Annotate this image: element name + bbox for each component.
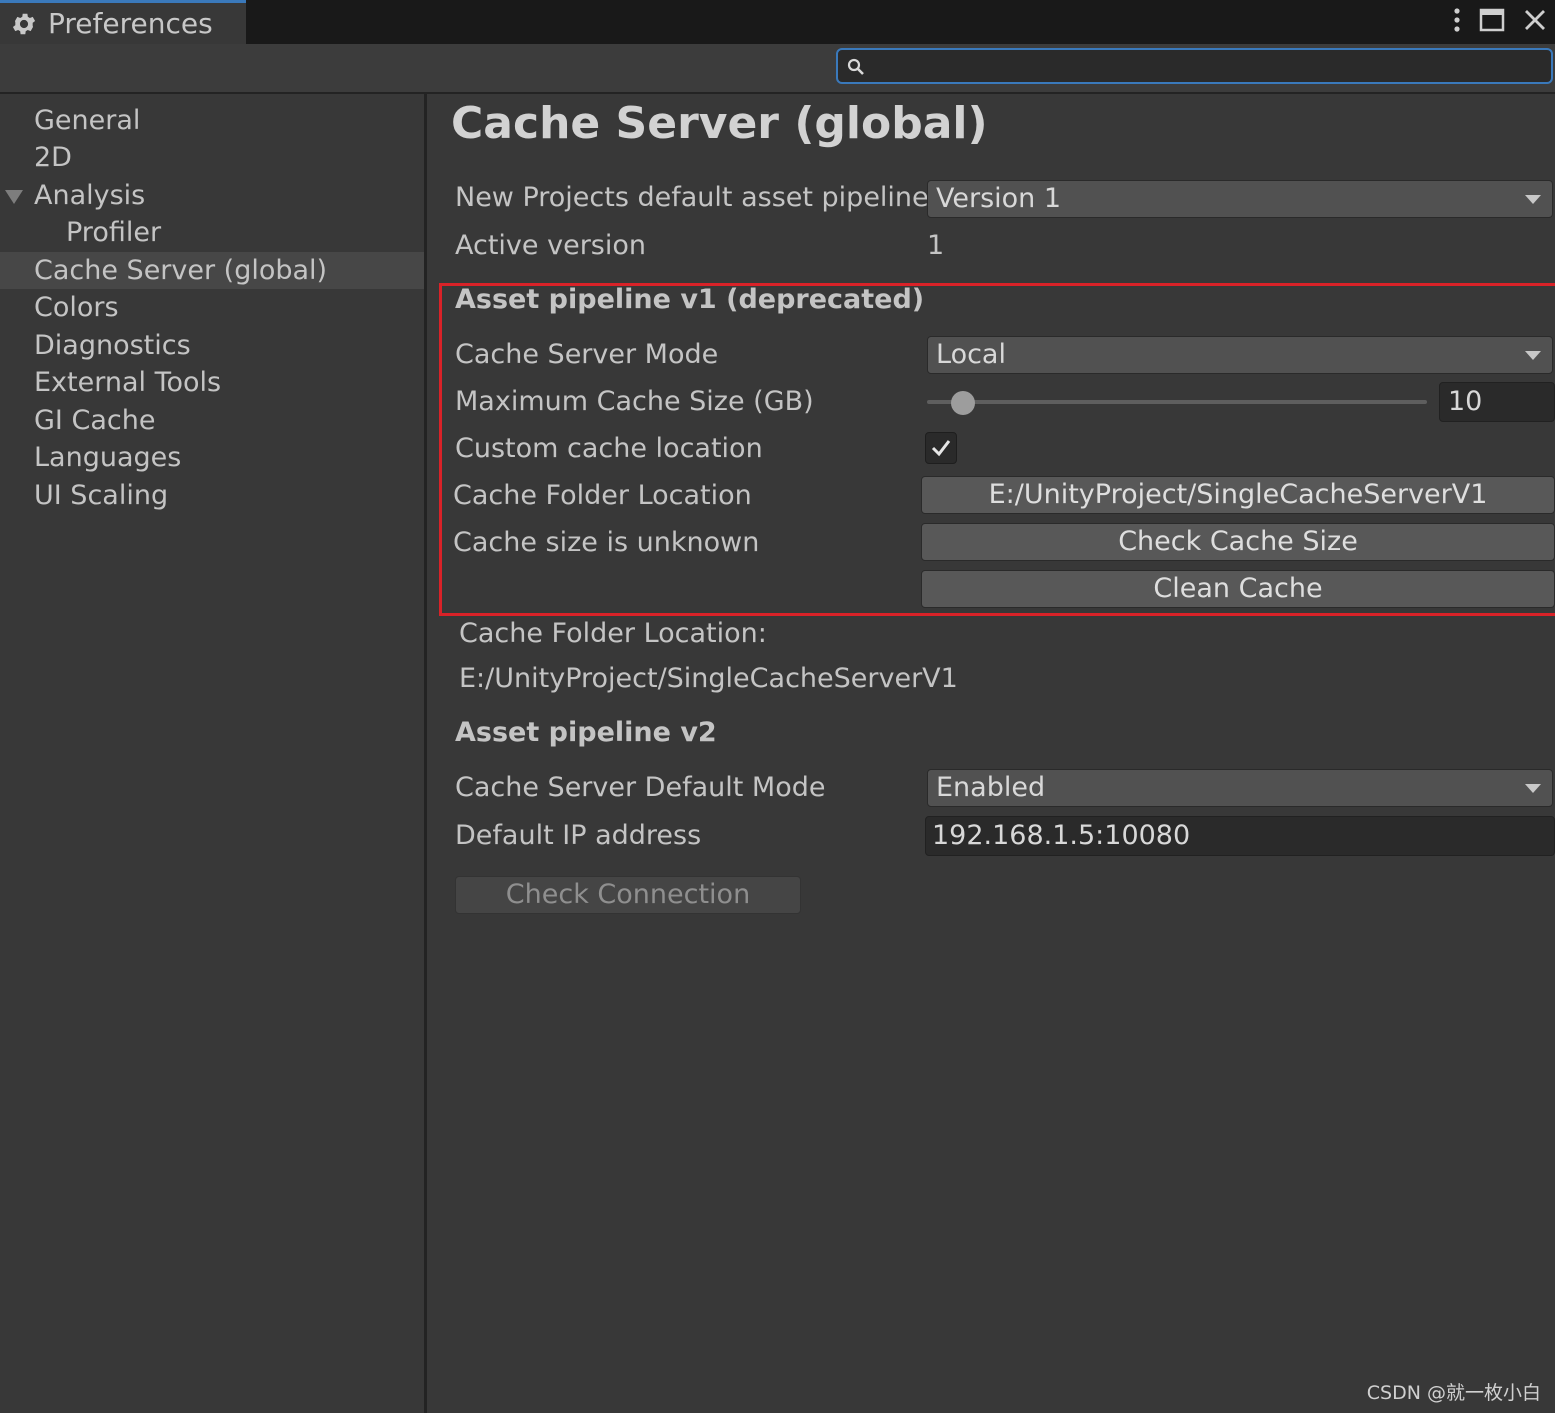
expand-triangle-icon[interactable] [4,189,24,205]
sidebar-item-2d[interactable]: 2D [0,139,424,176]
sidebar-item-label: Profiler [66,217,162,248]
dropdown-value: Enabled [936,772,1046,803]
sidebar-item-cache-server[interactable]: Cache Server (global) [0,252,424,289]
chevron-down-icon [1525,195,1541,204]
check-connection-button[interactable]: Check Connection [455,876,801,914]
cache-size-slider-thumb[interactable] [951,391,975,415]
search-input[interactable] [878,52,1542,82]
cache-size-status: Cache size is unknown [453,527,760,558]
sidebar-item-analysis[interactable]: Analysis [0,177,424,214]
cache-mode-label: Cache Server Mode [455,339,719,370]
sidebar-item-label: Cache Server (global) [34,255,328,286]
sidebar-item-diagnostics[interactable]: Diagnostics [0,327,424,364]
sidebar-item-label: Colors [34,292,119,323]
sidebar-item-general[interactable]: General [0,102,424,139]
default-mode-label: Cache Server Default Mode [455,772,826,803]
toolbar [0,44,1555,94]
sidebar-item-label: External Tools [34,367,222,398]
v1-section-heading: Asset pipeline v1 (deprecated) [455,284,925,315]
folder-info-label: Cache Folder Location: [459,618,767,649]
max-cache-size-label: Maximum Cache Size (GB) [455,386,814,417]
search-icon [847,58,864,75]
sidebar: General 2D Analysis Profiler Cache Serve… [0,94,427,1413]
preferences-tab[interactable]: Preferences [0,0,246,44]
v2-section-heading: Asset pipeline v2 [455,717,717,748]
default-pipeline-dropdown[interactable]: Version 1 [927,180,1553,218]
default-mode-dropdown[interactable]: Enabled [927,769,1553,807]
cache-mode-dropdown[interactable]: Local [927,336,1553,374]
page-title: Cache Server (global) [451,98,988,149]
gear-icon [12,13,36,34]
sidebar-item-ui-scaling[interactable]: UI Scaling [0,477,424,514]
sidebar-item-label: General [34,105,141,136]
settings-panel: Cache Server (global) New Projects defau… [427,94,1555,1413]
sidebar-item-profiler[interactable]: Profiler [0,214,424,251]
cache-size-input[interactable]: 10 [1439,382,1555,422]
title-bar: Preferences [0,0,1555,44]
sidebar-item-label: UI Scaling [34,480,169,511]
search-box[interactable] [836,48,1553,84]
check-cache-size-button[interactable]: Check Cache Size [921,523,1555,561]
active-version-value: 1 [927,230,945,261]
cache-folder-button[interactable]: E:/UnityProject/SingleCacheServerV1 [921,476,1555,514]
close-icon[interactable] [1523,8,1547,32]
watermark: CSDN @就一枚小白 [1366,1382,1541,1404]
sidebar-item-colors[interactable]: Colors [0,289,424,326]
sidebar-item-label: GI Cache [34,405,156,436]
ip-address-input[interactable]: 192.168.1.5:10080 [925,816,1555,856]
sidebar-item-label: 2D [34,142,72,173]
custom-location-checkbox[interactable] [925,432,957,464]
sidebar-item-label: Diagnostics [34,330,191,361]
sidebar-item-label: Analysis [34,180,146,211]
dropdown-value: Local [936,339,1006,370]
more-options-icon[interactable] [1453,7,1461,33]
chevron-down-icon [1525,784,1541,793]
clean-cache-button[interactable]: Clean Cache [921,570,1555,608]
dropdown-value: Version 1 [936,183,1062,214]
sidebar-item-external-tools[interactable]: External Tools [0,364,424,401]
sidebar-item-languages[interactable]: Languages [0,439,424,476]
folder-info-path: E:/UnityProject/SingleCacheServerV1 [459,663,958,694]
default-pipeline-label: New Projects default asset pipeline [455,182,929,213]
window-title: Preferences [48,7,213,40]
active-version-label: Active version [455,230,646,261]
sidebar-item-label: Languages [34,442,182,473]
cache-size-slider-track[interactable] [927,400,1427,404]
cache-folder-label: Cache Folder Location [453,480,752,511]
maximize-icon[interactable] [1479,8,1505,32]
custom-location-label: Custom cache location [455,433,763,464]
checkmark-icon [931,440,951,457]
chevron-down-icon [1525,351,1541,360]
sidebar-item-gi-cache[interactable]: GI Cache [0,402,424,439]
ip-address-label: Default IP address [455,820,702,851]
